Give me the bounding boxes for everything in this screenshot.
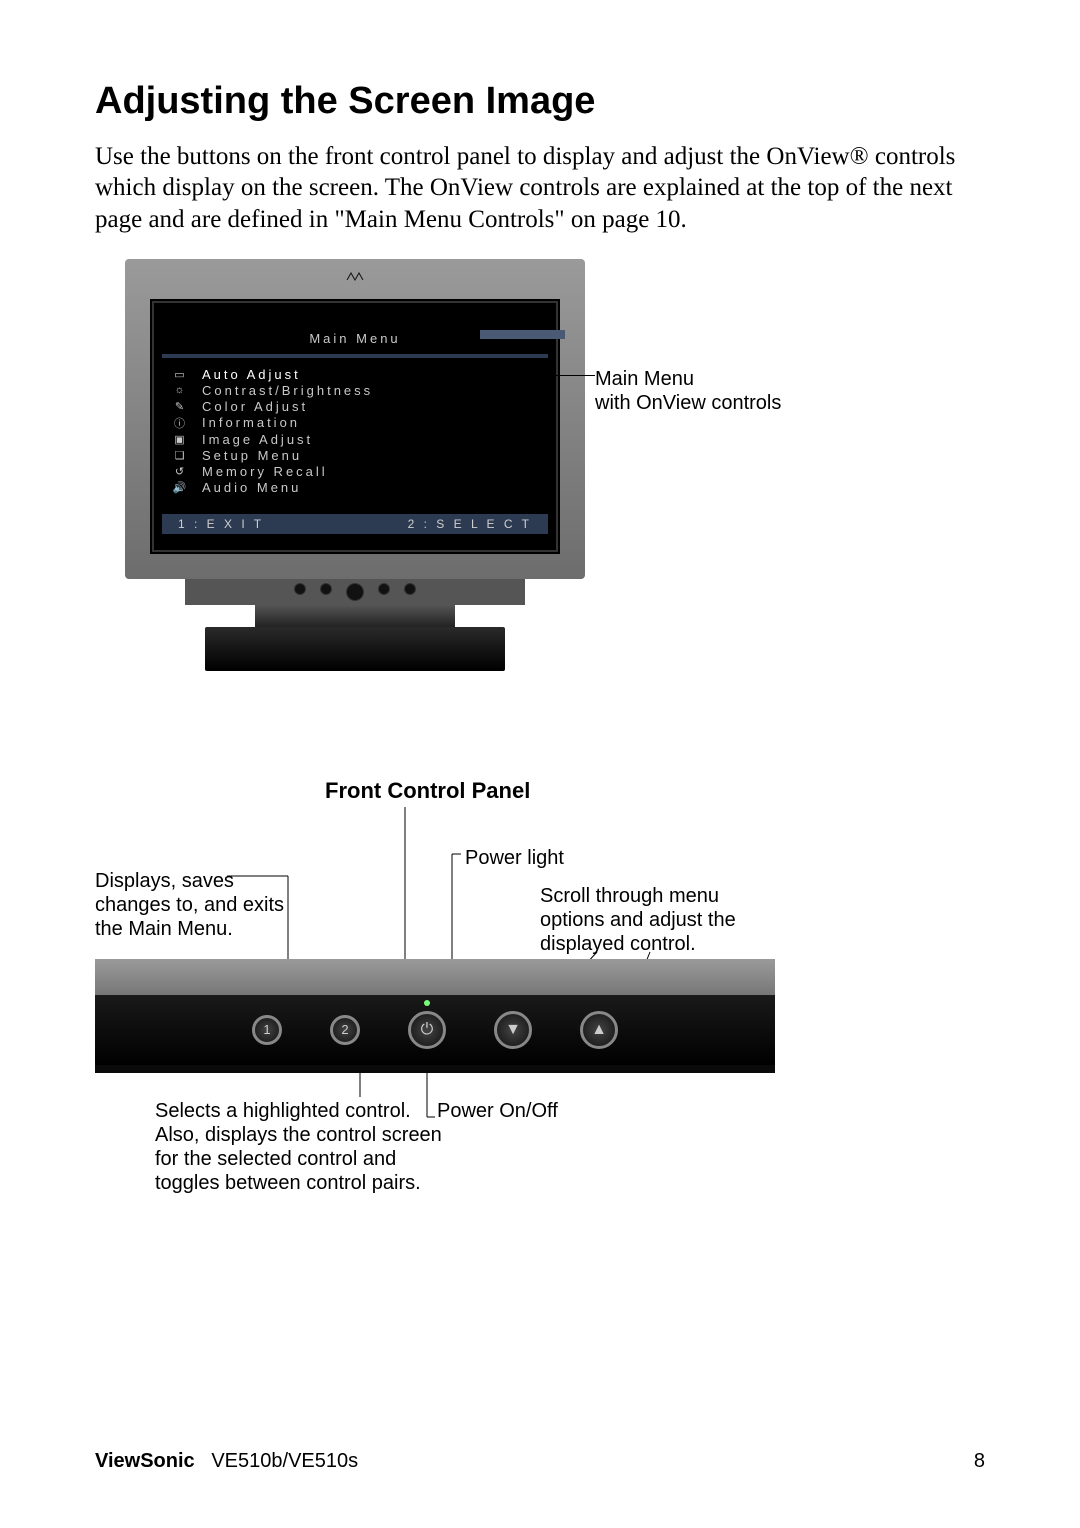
page-footer: ViewSonic VE510b/VE510s 8 [95, 1450, 985, 1473]
callout-scroll: Scroll through menu options and adjust t… [540, 884, 770, 956]
front-power-button [346, 583, 364, 601]
monitor-screen: Main Menu ▭ Auto Adjust ☼ Contrast/Brigh… [150, 299, 560, 554]
up-button: ▲ [580, 1011, 618, 1049]
footer-brand: ViewSonic [95, 1450, 195, 1472]
osd-item-memory: ↺ Memory Recall [172, 464, 540, 479]
osd-footer: 1 : E X I T 2 : S E L E C T [162, 514, 548, 534]
front-button [294, 583, 306, 595]
osd-divider [162, 354, 548, 358]
monitor-neck [255, 605, 455, 627]
osd-item-label: Audio Menu [202, 480, 301, 495]
up-arrow-icon: ▲ [591, 1021, 607, 1039]
panel-gray-strip [95, 959, 775, 995]
osd-item-label: Auto Adjust [202, 367, 301, 382]
auto-adjust-icon: ▭ [172, 368, 190, 381]
osd-item-image-adjust: ▣ Image Adjust [172, 432, 540, 447]
callout-line-2: with OnView controls [595, 391, 781, 415]
callout-displays: Displays, saves changes to, and exits th… [95, 869, 295, 941]
front-panel-illustration: 1 2 ⏻ ▼ ▲ [95, 959, 775, 1073]
panel-black-strip: 1 2 ⏻ ▼ ▲ [95, 995, 775, 1065]
osd-footer-exit: 1 : E X I T [178, 517, 264, 531]
callout-line-1: Main Menu [595, 367, 781, 391]
down-button: ▼ [494, 1011, 532, 1049]
monitor-logo-icon [346, 271, 364, 284]
monitor-stand [205, 627, 505, 671]
osd-item-color: ✎ Color Adjust [172, 399, 540, 414]
monitor-button-row [185, 579, 525, 605]
page-title: Adjusting the Screen Image [95, 80, 985, 123]
front-button [320, 583, 332, 595]
button-1: 1 [252, 1015, 282, 1045]
osd-item-information: ⓘ Information [172, 415, 540, 431]
osd-footer-select: 2 : S E L E C T [408, 517, 532, 531]
callout-main-menu: Main Menu with OnView controls [595, 367, 781, 415]
osd-item-contrast: ☼ Contrast/Brightness [172, 383, 540, 398]
osd-item-label: Memory Recall [202, 464, 328, 479]
footer-page-number: 8 [974, 1450, 985, 1473]
down-arrow-icon: ▼ [505, 1021, 521, 1039]
monitor-base [185, 579, 525, 671]
osd-item-audio: 🔊 Audio Menu [172, 480, 540, 495]
front-panel-heading: Front Control Panel [325, 778, 530, 804]
osd-item-label: Image Adjust [202, 432, 313, 447]
power-button: ⏻ [408, 1011, 446, 1049]
osd-list: ▭ Auto Adjust ☼ Contrast/Brightness ✎ Co… [162, 364, 548, 506]
osd-item-label: Contrast/Brightness [202, 383, 373, 398]
setup-icon: ❏ [172, 449, 190, 462]
callout-selects: Selects a highlighted control. Also, dis… [155, 1099, 445, 1195]
osd-highlight-bar [480, 330, 565, 339]
figure-area: Main Menu ▭ Auto Adjust ☼ Contrast/Brigh… [95, 259, 995, 1279]
monitor-frame: Main Menu ▭ Auto Adjust ☼ Contrast/Brigh… [125, 259, 585, 579]
osd-item-setup: ❏ Setup Menu [172, 448, 540, 463]
callout-line [475, 375, 595, 376]
front-button [378, 583, 390, 595]
memory-icon: ↺ [172, 465, 190, 478]
power-led-icon [424, 1000, 430, 1006]
intro-paragraph: Use the buttons on the front control pan… [95, 141, 985, 235]
image-adjust-icon: ▣ [172, 433, 190, 446]
button-label: 1 [263, 1022, 270, 1037]
footer-model: VE510b/VE510s [211, 1450, 358, 1472]
panel-foot [95, 1065, 775, 1073]
footer-left: ViewSonic VE510b/VE510s [95, 1450, 358, 1473]
button-2: 2 [330, 1015, 360, 1045]
osd-item-label: Color Adjust [202, 399, 308, 414]
color-icon: ✎ [172, 400, 190, 413]
button-label: 2 [341, 1022, 348, 1037]
osd-item-label: Setup Menu [202, 448, 302, 463]
callout-power-onoff: Power On/Off [437, 1099, 558, 1123]
info-icon: ⓘ [172, 415, 190, 431]
callout-power-light: Power light [465, 846, 564, 870]
power-icon: ⏻ [421, 1021, 434, 1039]
front-button [404, 583, 416, 595]
osd-item-label: Information [202, 415, 300, 430]
audio-icon: 🔊 [172, 481, 190, 494]
brightness-icon: ☼ [172, 384, 190, 396]
monitor-illustration: Main Menu ▭ Auto Adjust ☼ Contrast/Brigh… [125, 259, 585, 671]
